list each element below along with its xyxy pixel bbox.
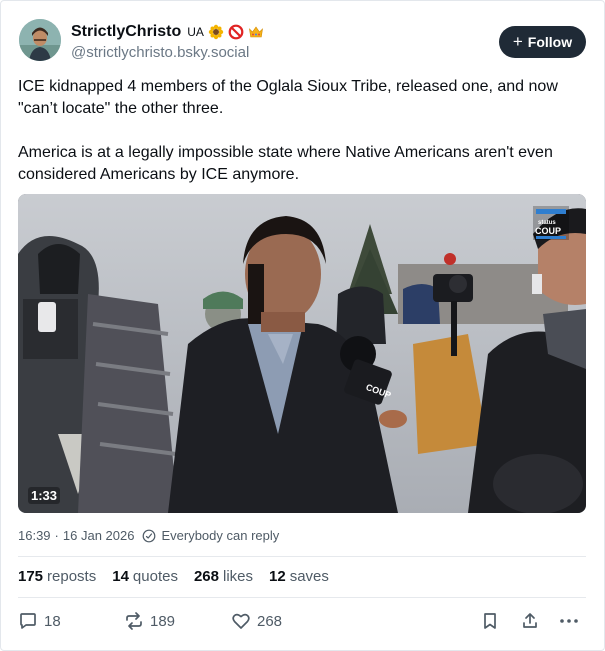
- video-frame: COUP status COUP: [18, 194, 586, 513]
- meta-separator: ·: [54, 528, 59, 543]
- more-icon: [560, 619, 578, 623]
- sunflower-icon: [208, 24, 224, 40]
- author-display-name[interactable]: StrictlyChristo: [71, 23, 181, 41]
- post-meta: 16:39 · 16 Jan 2026 Everybody can reply: [18, 528, 279, 543]
- likes-label: likes: [223, 568, 254, 585]
- repost-icon: [126, 612, 142, 630]
- heart-icon: [232, 613, 250, 629]
- post-date[interactable]: 16 Jan 2026: [63, 528, 135, 543]
- quotes-count: 14: [112, 568, 129, 585]
- divider: [18, 597, 586, 598]
- reply-setting[interactable]: Everybody can reply: [161, 528, 279, 543]
- globe-reply-icon: [142, 529, 156, 543]
- avatar[interactable]: [19, 19, 61, 61]
- stat-saves[interactable]: 12 saves: [269, 568, 329, 585]
- stat-reposts[interactable]: 175 reposts: [18, 568, 96, 585]
- post-paragraph: ICE kidnapped 4 members of the Oglala Si…: [18, 78, 558, 117]
- reply-count: 18: [44, 612, 61, 630]
- reply-icon: [20, 613, 36, 629]
- video-player[interactable]: COUP status COUP 1:33: [18, 194, 586, 513]
- bookmark-icon: [484, 613, 496, 629]
- likes-count: 268: [193, 568, 219, 585]
- prohibited-icon: [228, 24, 244, 40]
- reposts-label: reposts: [47, 568, 97, 585]
- follow-button[interactable]: + Follow: [499, 26, 586, 58]
- divider: [18, 556, 586, 557]
- repost-button[interactable]: 189: [124, 611, 175, 631]
- post-card: StrictlyChristo UA @strictlychristo.bsky…: [0, 0, 605, 651]
- bookmark-button[interactable]: [480, 611, 500, 631]
- author-name-tag: UA: [187, 25, 204, 39]
- saves-count: 12: [269, 568, 286, 585]
- stat-likes[interactable]: 268 likes: [194, 568, 253, 585]
- post-text: ICE kidnapped 4 members of the Oglala Si…: [18, 76, 588, 208]
- crown-icon: [248, 24, 264, 40]
- author-name-row: StrictlyChristo UA: [71, 22, 264, 42]
- like-count: 268: [257, 612, 283, 630]
- video-duration: 1:33: [28, 487, 61, 504]
- post-stats: 175 reposts 14 quotes 268 likes 12 saves: [18, 568, 329, 585]
- repost-count: 189: [150, 612, 176, 630]
- more-options-button[interactable]: [558, 611, 580, 631]
- share-button[interactable]: [520, 611, 540, 631]
- plus-icon: +: [512, 32, 523, 51]
- quotes-label: quotes: [132, 568, 178, 585]
- svg-text:COUP: COUP: [535, 226, 561, 236]
- action-bar: 18 189 268: [1, 609, 605, 635]
- follow-label: Follow: [527, 34, 573, 50]
- post-paragraph: America is at a legally impossible state…: [18, 144, 553, 183]
- share-icon: [523, 613, 537, 628]
- author-handle[interactable]: @strictlychristo.bsky.social: [71, 44, 249, 61]
- saves-label: saves: [289, 568, 329, 585]
- post-time[interactable]: 16:39: [18, 528, 51, 543]
- like-button[interactable]: 268: [231, 611, 282, 631]
- stat-quotes[interactable]: 14 quotes: [112, 568, 178, 585]
- reply-button[interactable]: 18: [18, 611, 61, 631]
- reposts-count: 175: [18, 568, 44, 585]
